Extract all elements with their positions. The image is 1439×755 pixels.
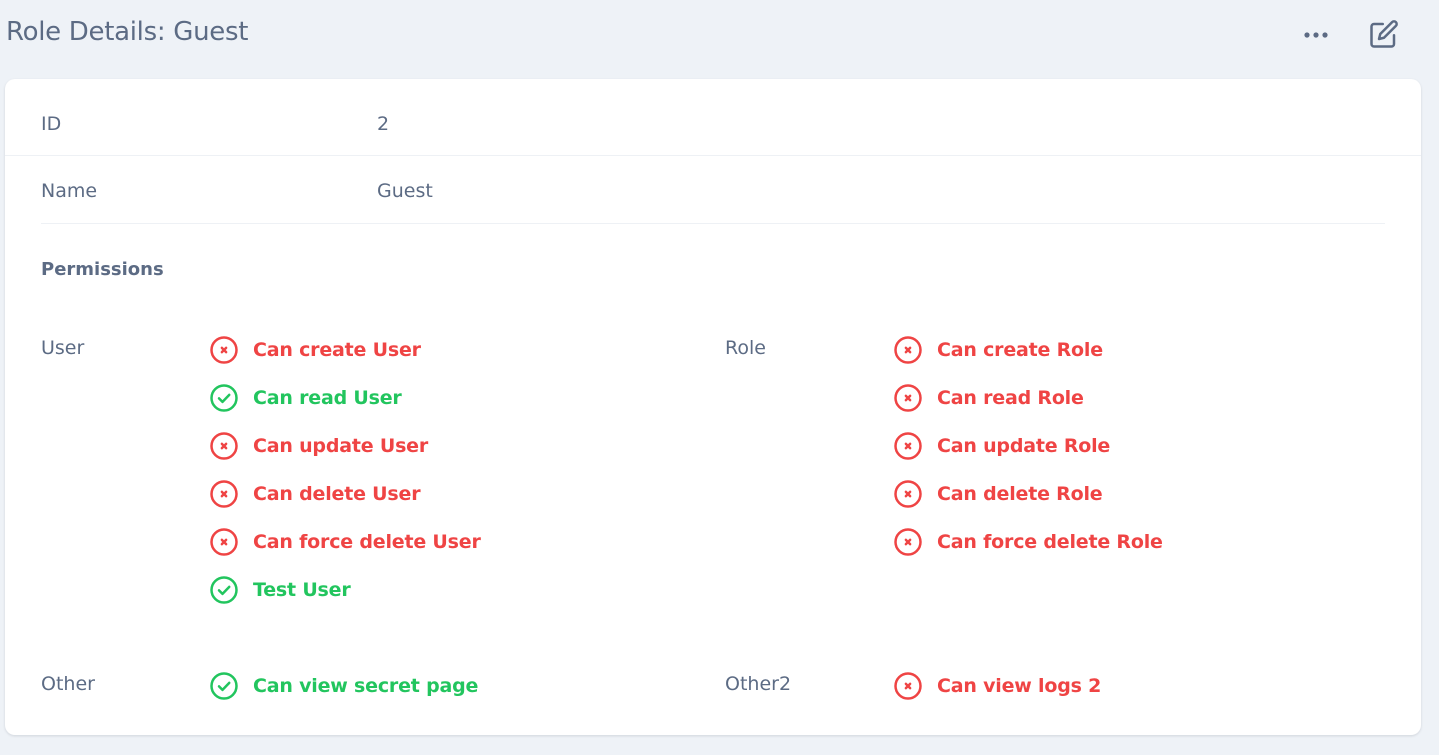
x-circle-icon [208,334,240,366]
permission-item: Can delete User [208,470,481,518]
id-label: ID [41,113,62,135]
ellipsis-icon [1304,32,1328,38]
divider [41,223,1385,224]
x-circle-icon [208,478,240,510]
more-actions-button[interactable] [1298,22,1334,48]
permission-label: Can create Role [937,339,1103,361]
permission-item: Test User [208,566,481,614]
permission-item: Can delete Role [892,470,1163,518]
permission-group-label-user: User [41,337,85,359]
permission-label: Can delete User [253,483,421,505]
page-title: Role Details: Guest [6,17,249,47]
name-label: Name [41,180,98,202]
permission-label: Can force delete User [253,531,481,553]
x-circle-icon [892,382,924,414]
x-circle-icon [208,526,240,558]
x-circle-icon [892,526,924,558]
permission-list-other: Can view secret page [208,662,478,710]
permission-label: Can read Role [937,387,1084,409]
permission-group-label-other: Other [41,673,95,695]
edit-button[interactable] [1366,16,1402,52]
permission-label: Can update User [253,435,429,457]
x-circle-icon [892,334,924,366]
permission-group-label-role: Role [725,337,766,359]
permission-item: Can view secret page [208,662,478,710]
divider [5,155,1421,156]
permission-label: Can view logs 2 [937,675,1102,697]
permission-label: Can view secret page [253,675,479,697]
permission-item: Can create User [208,326,481,374]
permission-item: Can view logs 2 [892,662,1101,710]
permission-item: Can force delete User [208,518,481,566]
permission-label: Can delete Role [937,483,1103,505]
permission-item: Can force delete Role [892,518,1163,566]
permission-list-other2: Can view logs 2 [892,662,1101,710]
permission-list-role: Can create Role Can read Role Can update… [892,326,1163,566]
permission-item: Can create Role [892,326,1163,374]
edit-icon [1370,20,1398,48]
role-details-card: ID 2 Name Guest Permissions User Can cre… [5,79,1421,735]
name-value: Guest [377,180,433,202]
check-circle-icon [208,382,240,414]
permission-list-user: Can create User Can read User Can update… [208,326,481,614]
permission-item: Can read User [208,374,481,422]
id-value: 2 [377,113,390,135]
permission-label: Can create User [253,339,421,361]
permissions-heading: Permissions [41,259,164,280]
permission-label: Can force delete Role [937,531,1163,553]
permission-label: Can read User [253,387,402,409]
x-circle-icon [208,430,240,462]
check-circle-icon [208,670,240,702]
permission-group-label-other2: Other2 [725,673,792,695]
permission-label: Test User [253,579,351,601]
permission-item: Can read Role [892,374,1163,422]
permission-item: Can update Role [892,422,1163,470]
x-circle-icon [892,478,924,510]
x-circle-icon [892,430,924,462]
permission-label: Can update Role [937,435,1111,457]
x-circle-icon [892,670,924,702]
page-header: Role Details: Guest [0,0,1439,68]
check-circle-icon [208,574,240,606]
permission-item: Can update User [208,422,481,470]
